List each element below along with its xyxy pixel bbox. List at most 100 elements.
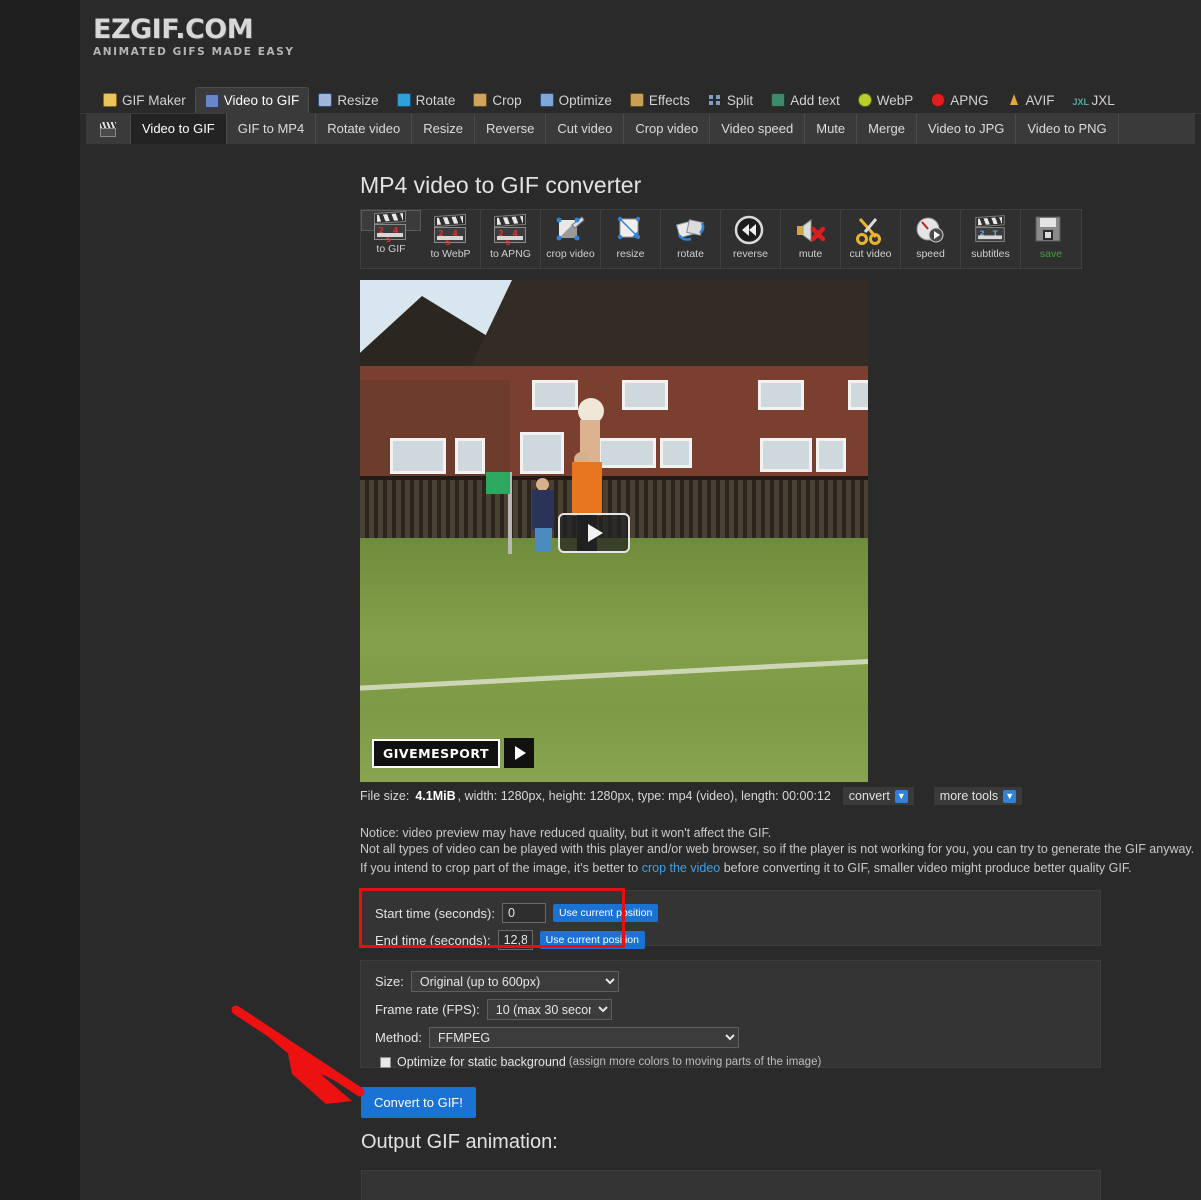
tool-button-label: resize — [616, 248, 645, 260]
rotate-video-icon — [674, 215, 708, 245]
size-select[interactable]: Original (up to 600px) — [410, 971, 619, 992]
primary-tab-apng[interactable]: APNG — [922, 87, 997, 113]
download-arrow-icon: ▼ — [894, 789, 908, 803]
tool-button-to-gif[interactable]: 2 4 5 to GIF — [361, 210, 421, 255]
primary-tab-avif[interactable]: AVIF — [998, 87, 1064, 113]
rotate-icon — [396, 93, 411, 107]
secondary-tab-home[interactable] — [86, 114, 131, 144]
resize-icon — [318, 93, 333, 107]
tool-button-rotate[interactable]: rotate — [661, 210, 721, 268]
primary-tab-label: GIF Maker — [122, 92, 186, 108]
fps-select[interactable]: 10 (max 30 seconds) — [486, 999, 612, 1020]
window — [760, 438, 812, 472]
tool-button-cut-video[interactable]: cut video — [841, 210, 901, 268]
tool-button-save[interactable]: save — [1021, 210, 1081, 268]
clapper-gif-icon: 2 4 5 — [374, 210, 408, 244]
tool-button-crop-video[interactable]: crop video — [541, 210, 601, 268]
floppy-save-icon — [1034, 215, 1068, 245]
options-panel: Size: Original (up to 600px) Frame rate … — [360, 960, 1101, 1069]
primary-tab-label: APNG — [950, 92, 989, 108]
page-root: EZGIF.COM ANIMATED GIFS MADE EASY GIF Ma… — [0, 0, 1201, 1200]
more-tools-label: more tools — [939, 789, 999, 803]
secondary-tab-video-to-gif[interactable]: Video to GIF — [131, 114, 227, 144]
method-select[interactable]: FFMPEG — [428, 1027, 739, 1048]
webp-icon — [857, 93, 872, 107]
primary-tab-resize[interactable]: Resize — [309, 87, 387, 113]
start-time-input[interactable] — [501, 903, 546, 923]
primary-tab-split[interactable]: Split — [699, 87, 762, 113]
notice-line-2: Not all types of video can be played wit… — [360, 842, 1195, 856]
roof-main — [470, 280, 868, 368]
secondary-tab-rotate-video[interactable]: Rotate video — [316, 114, 413, 144]
tool-button-resize[interactable]: resize — [601, 210, 661, 268]
conversion-tool-toolbar: 2 4 5 to GIF 2 4 5 to WebP 2 4 5 to APNG crop … — [360, 209, 1082, 269]
secondary-tab-video-to-png[interactable]: Video to PNG — [1016, 114, 1119, 144]
secondary-tab-cut-video[interactable]: Cut video — [546, 114, 625, 144]
primary-tab-gif-maker[interactable]: GIF Maker — [94, 87, 195, 113]
play-button-overlay[interactable] — [558, 513, 630, 553]
fps-label: Frame rate (FPS): — [375, 1002, 480, 1017]
primary-tab-optimize[interactable]: Optimize — [531, 87, 621, 113]
secondary-tab-merge[interactable]: Merge — [857, 114, 917, 144]
tool-button-label: rotate — [677, 248, 704, 260]
method-label: Method: — [375, 1030, 422, 1045]
window — [660, 438, 692, 468]
site-logo[interactable]: EZGIF.COM ANIMATED GIFS MADE EASY — [93, 16, 313, 58]
crop-icon — [473, 93, 488, 107]
video-player[interactable]: GIVEMESPORT — [360, 280, 868, 782]
tool-button-speed[interactable]: speed — [901, 210, 961, 268]
secondary-tab-mute[interactable]: Mute — [805, 114, 858, 144]
watermark-play-icon — [503, 738, 534, 768]
tool-button-reverse[interactable]: reverse — [721, 210, 781, 268]
primary-tab-label: Crop — [492, 92, 522, 108]
tool-button-mute[interactable]: mute — [781, 210, 841, 268]
tool-button-subtitles[interactable]: 2 T subtitles — [961, 210, 1021, 268]
convert-dropdown-button[interactable]: convert ▼ — [842, 787, 914, 805]
clapper-webp-icon: 2 4 5 — [433, 213, 468, 247]
primary-tab-rotate[interactable]: Rotate — [388, 87, 465, 113]
speed-gauge-icon — [914, 215, 948, 245]
tool-button-to-apng[interactable]: 2 4 5 to APNG — [481, 210, 541, 268]
tool-button-label: to WebP — [430, 248, 471, 260]
secondary-tab-video-to-jpg[interactable]: Video to JPG — [917, 114, 1017, 144]
more-tools-dropdown-button[interactable]: more tools ▼ — [933, 787, 1023, 805]
crop-video-icon — [554, 215, 588, 245]
secondary-tab-video-speed[interactable]: Video speed — [710, 114, 806, 144]
use-current-position-start-button[interactable]: Use current position — [552, 904, 659, 922]
primary-tab-add-text[interactable]: Add text — [762, 87, 849, 113]
notice-line-3: If you intend to crop part of the image,… — [360, 861, 1132, 875]
primary-tab-crop[interactable]: Crop — [464, 87, 530, 113]
optimize-icon — [539, 93, 554, 107]
size-row: Size: Original (up to 600px) — [375, 971, 619, 992]
corner-flag — [486, 472, 512, 554]
primary-tab-webp[interactable]: WebP — [849, 87, 923, 113]
primary-tab-effects[interactable]: Effects — [621, 87, 699, 113]
notice-3-pre: If you intend to crop part of the image,… — [360, 861, 642, 875]
secondary-tab-crop-video[interactable]: Crop video — [624, 114, 711, 144]
crop-the-video-link[interactable]: crop the video — [642, 861, 721, 875]
file-info-bar: File size: 4.1MiB , width: 1280px, heigh… — [360, 787, 1023, 805]
tool-button-label: crop video — [546, 248, 595, 260]
primary-tab-bar: GIF Maker Video to GIF Resize Rotate Crop Opt… — [80, 86, 1201, 114]
primary-tab-video-to-gif[interactable]: Video to GIF — [194, 87, 310, 113]
notice-line-1: Notice: video preview may have reduced q… — [360, 826, 772, 840]
tool-button-to-webp[interactable]: 2 4 5 to WebP — [421, 210, 481, 268]
end-time-input[interactable] — [497, 930, 533, 950]
content-column: EZGIF.COM ANIMATED GIFS MADE EASY GIF Ma… — [80, 0, 1201, 1200]
use-current-position-end-button[interactable]: Use current position — [539, 931, 645, 949]
secondary-tab-reverse[interactable]: Reverse — [475, 114, 547, 144]
download-arrow-icon: ▼ — [1003, 789, 1017, 803]
primary-tab-jxl[interactable]: JXL JXL — [1064, 87, 1124, 113]
notice-3-post: before converting it to GIF, smaller vid… — [720, 861, 1132, 875]
optimize-checkbox[interactable] — [380, 1056, 391, 1068]
secondary-tab-gif-to-mp4[interactable]: GIF to MP4 — [227, 114, 317, 144]
logo-main-text: EZGIF.COM — [93, 14, 254, 45]
clapper-home-icon — [100, 121, 116, 137]
secondary-tab-resize[interactable]: Resize — [412, 114, 475, 144]
secondary-tab-bar: Video to GIF GIF to MP4 Rotate video Resize… — [86, 114, 1195, 144]
file-meta-rest: , width: 1280px, height: 1280px, type: m… — [457, 789, 831, 803]
convert-to-gif-button[interactable]: Convert to GIF! — [361, 1087, 476, 1118]
tool-button-label: save — [1039, 248, 1063, 260]
logo-tagline: ANIMATED GIFS MADE EASY — [93, 46, 295, 58]
primary-tab-label: Optimize — [558, 92, 612, 108]
